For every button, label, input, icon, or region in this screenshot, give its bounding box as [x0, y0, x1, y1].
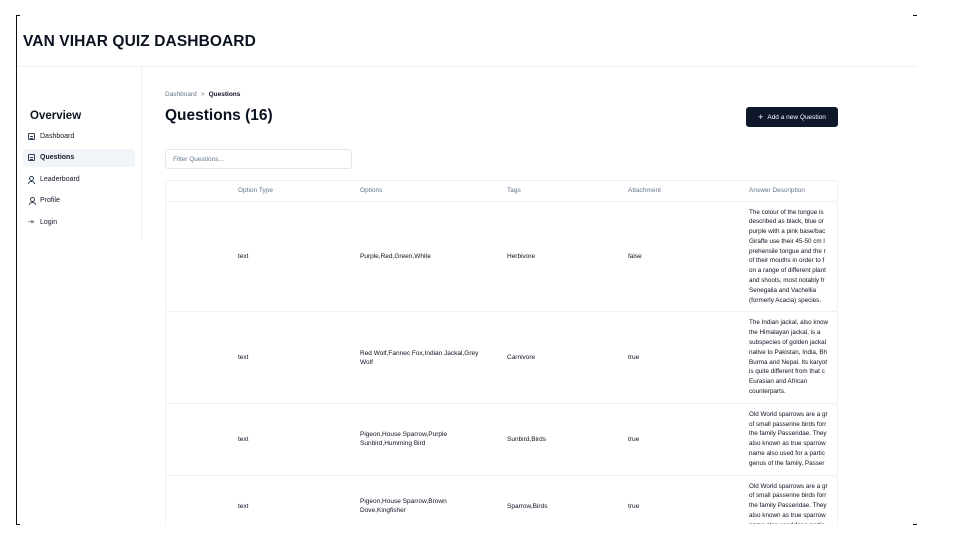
cell-attachment: true: [628, 311, 749, 404]
cell-option-type: text: [166, 201, 360, 313]
answer-description-text: Old World sparrows are a gr of small pas…: [749, 410, 828, 467]
table-row[interactable]: text Pigeon,House Sparrow,Brown Dove,Kin…: [166, 475, 837, 524]
sidebar-nav: Dashboard Questions Leaderboard Profile …: [23, 127, 135, 235]
main-content: Dashboard > Questions Questions (16) + Add…: [165, 67, 917, 524]
cell-tags: Sunbird,Birds: [507, 403, 628, 476]
cell-tags: Herbivore: [507, 201, 628, 313]
sidebar-item-label: Leaderboard: [40, 175, 80, 183]
cell-options: Pigeon,House Sparrow,Brown Dove,Kingfish…: [360, 475, 507, 524]
column-header-attachment[interactable]: Attachment: [628, 181, 749, 202]
users-icon: [28, 175, 35, 184]
breadcrumb-current: Questions: [208, 91, 241, 98]
add-question-button[interactable]: + Add a new Question: [746, 107, 838, 127]
options-text: Purple,Red,Green,White: [360, 252, 431, 260]
filter-questions-input[interactable]: [165, 149, 352, 169]
login-arrow-icon: ⇥: [28, 218, 34, 226]
cell-answer-description: Old World sparrows are a gr of small pas…: [749, 403, 837, 476]
sidebar-item-login[interactable]: ⇥ Login: [23, 213, 135, 231]
plus-icon: +: [758, 111, 764, 122]
questions-grid-icon: [28, 154, 35, 161]
table-row[interactable]: text Red Wolf,Fannec Fox,Indian Jackal,G…: [166, 311, 837, 404]
cell-option-type: text: [166, 475, 360, 524]
sidebar-item-questions[interactable]: Questions: [23, 148, 135, 167]
user-icon: [28, 197, 36, 205]
questions-table: Option Type Options Tags Attachment Answ…: [165, 180, 838, 524]
cell-options: Purple,Red,Green,White: [360, 201, 507, 313]
breadcrumb-separator-icon: >: [200, 91, 205, 98]
options-text: Pigeon,House Sparrow,Purple Sunbird,Humm…: [360, 431, 448, 448]
cell-option-type: text: [166, 311, 360, 404]
column-header-options[interactable]: Options: [360, 181, 507, 202]
table-header-row: Option Type Options Tags Attachment Answ…: [166, 181, 837, 202]
options-text: Red Wolf,Fannec Fox,Indian Jackal,Grey W…: [360, 349, 479, 366]
sidebar-item-leaderboard[interactable]: Leaderboard: [23, 170, 135, 188]
cell-attachment: true: [628, 403, 749, 476]
sidebar-item-label: Login: [40, 218, 58, 226]
options-text: Pigeon,House Sparrow,Brown Dove,Kingfish…: [360, 498, 447, 515]
table-row[interactable]: text Pigeon,House Sparrow,Purple Sunbird…: [166, 403, 837, 476]
answer-description-text: Old World sparrows are a gr of small pas…: [749, 482, 828, 524]
sidebar-item-label: Profile: [40, 197, 60, 204]
column-header-option-type[interactable]: Option Type: [166, 181, 360, 202]
cell-options: Red Wolf,Fannec Fox,Indian Jackal,Grey W…: [360, 311, 507, 404]
answer-description-text: The colour of the tongue is described as…: [749, 208, 826, 304]
sidebar-item-label: Dashboard: [40, 132, 75, 140]
table-row[interactable]: text Purple,Red,Green,White Herbivore fa…: [166, 201, 837, 313]
app-window: VAN VIHAR QUIZ DASHBOARD Overview Dashbo…: [17, 16, 917, 524]
cell-answer-description: The colour of the tongue is described as…: [749, 201, 837, 313]
dashboard-grid-icon: [28, 132, 35, 140]
app-title: VAN VIHAR QUIZ DASHBOARD: [23, 33, 256, 50]
add-question-label: Add a new Question: [767, 113, 826, 121]
cell-answer-description: Old World sparrows are a gr of small pas…: [749, 475, 837, 524]
sidebar-heading: Overview: [30, 110, 82, 122]
sidebar-item-dashboard[interactable]: Dashboard: [23, 127, 135, 145]
sidebar-item-label: Questions: [40, 154, 75, 161]
sidebar-item-profile[interactable]: Profile: [23, 192, 135, 210]
sidebar: Overview Dashboard Questions Leaderboard…: [17, 67, 142, 240]
column-header-answer-description[interactable]: Answer Description: [749, 181, 837, 202]
cell-options: Pigeon,House Sparrow,Purple Sunbird,Humm…: [360, 403, 507, 476]
page-title: Questions (16): [165, 107, 273, 124]
breadcrumb: Dashboard > Questions: [165, 91, 240, 98]
column-header-tags[interactable]: Tags: [507, 181, 628, 202]
cell-attachment: true: [628, 475, 749, 524]
cell-tags: Carnivore: [507, 311, 628, 404]
cell-option-type: text: [166, 403, 360, 476]
cell-attachment: false: [628, 201, 749, 313]
cell-answer-description: The Indian jackal, also know the Himalay…: [749, 311, 837, 404]
cell-tags: Sparrow,Birds: [507, 475, 628, 524]
answer-description-text: The Indian jackal, also know the Himalay…: [749, 319, 829, 396]
breadcrumb-root-link[interactable]: Dashboard: [165, 91, 197, 98]
